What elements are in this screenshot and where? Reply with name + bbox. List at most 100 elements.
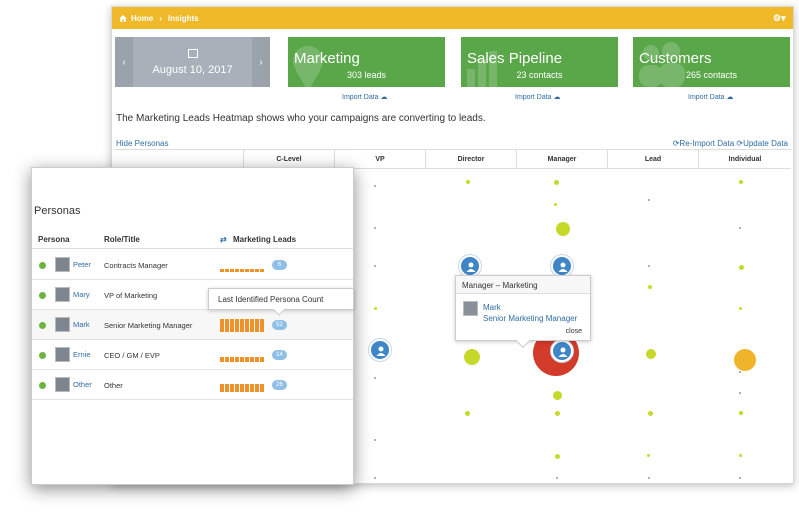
heatmap-dot[interactable] — [734, 349, 756, 371]
date-prev-button[interactable]: ‹ — [115, 37, 133, 87]
user-icon — [376, 346, 386, 356]
heatmap-dot[interactable] — [554, 203, 557, 206]
date-next-button[interactable]: › — [252, 37, 270, 87]
leads-bar-segment — [235, 319, 239, 332]
heatmap-dot[interactable] — [739, 180, 743, 184]
breadcrumb-separator: › — [159, 13, 162, 23]
heatmap-empty-cell — [648, 199, 650, 201]
heatmap-dot[interactable] — [646, 349, 656, 359]
heatmap-empty-cell — [374, 477, 376, 479]
leads-bar-segment — [240, 357, 244, 362]
breadcrumb-current: Insights — [167, 13, 199, 23]
tooltip-close-link[interactable]: close — [566, 328, 582, 335]
persona-row[interactable]: Peter Contracts Manager 6 — [32, 250, 353, 280]
breadcrumb-home[interactable]: Home — [131, 14, 153, 23]
user-icon — [558, 347, 568, 357]
marketing-card[interactable]: Marketing 303 leads — [288, 37, 445, 87]
upload-icon: ☁ — [380, 94, 388, 101]
col-persona: Persona — [38, 235, 70, 244]
heatmap-dot[interactable] — [739, 411, 743, 415]
persona-count-popover: Last Identified Persona Count — [208, 288, 354, 316]
persona-name-link[interactable]: Mary — [73, 290, 90, 299]
heatmap-dot[interactable] — [739, 454, 742, 457]
customers-import-link[interactable]: Import Data ☁ — [688, 93, 734, 101]
customers-card[interactable]: Customers 265 contacts — [633, 37, 790, 87]
top-bar: Home › Insights ⚙▾ — [112, 7, 793, 29]
persona-name-link[interactable]: Mark — [73, 320, 90, 329]
persona-pin[interactable] — [551, 340, 573, 362]
leads-bar-segment — [245, 384, 249, 392]
heatmap-dot[interactable] — [555, 454, 560, 459]
heatmap-dot[interactable] — [555, 411, 560, 416]
swap-icon[interactable]: ⇄ — [220, 235, 227, 244]
heatmap-dot[interactable] — [648, 285, 652, 289]
date-label: August 10, 2017 — [152, 63, 233, 76]
tooltip-name-link[interactable]: Mark — [483, 303, 501, 312]
persona-row[interactable]: Other Other 26 — [32, 370, 353, 400]
col-director: Director — [425, 150, 516, 168]
col-vp: VP — [334, 150, 425, 168]
heatmap-dot[interactable] — [464, 349, 480, 365]
count-badge: 52 — [272, 320, 287, 330]
leads-bar-segment — [230, 269, 234, 272]
hide-personas-link[interactable]: Hide Personas — [116, 139, 168, 148]
heatmap-dot[interactable] — [648, 411, 653, 416]
gear-icon[interactable]: ⚙▾ — [773, 13, 786, 23]
leads-bar-segment — [245, 269, 249, 272]
sales-pipeline-card[interactable]: Sales Pipeline 23 contacts — [461, 37, 618, 87]
tooltip-role-link[interactable]: Senior Marketing Manager — [483, 314, 577, 323]
update-link[interactable]: Update Data — [743, 139, 788, 148]
persona-name-link[interactable]: Other — [73, 380, 92, 389]
reimport-link[interactable]: Re-Import Data — [679, 139, 734, 148]
leads-bar-segment — [235, 384, 239, 392]
leads-bar-segment — [220, 319, 224, 332]
count-badge: 6 — [272, 260, 287, 270]
sales-pipeline-sub: 23 contacts — [516, 70, 563, 80]
persona-name-link[interactable]: Ernie — [73, 350, 91, 359]
sales-import-link[interactable]: Import Data ☁ — [515, 93, 561, 101]
heatmap-dot[interactable] — [465, 411, 470, 416]
persona-role: Senior Marketing Manager — [104, 321, 193, 330]
heatmap-dot[interactable] — [553, 391, 562, 400]
heatmap-empty-cell — [739, 392, 741, 394]
heatmap-dot[interactable] — [647, 454, 650, 457]
marketing-import-link[interactable]: Import Data ☁ — [342, 93, 388, 101]
persona-row[interactable]: Ernie CEO / GM / EVP 14 — [32, 340, 353, 370]
leads-bar-segment — [225, 269, 229, 272]
leads-bar-segment — [225, 384, 229, 392]
heatmap-empty-cell — [374, 227, 376, 229]
heatmap-empty-cell — [374, 377, 376, 379]
marketing-title: Marketing — [294, 50, 360, 67]
leads-bar-segment — [225, 357, 229, 362]
heatmap-dot[interactable] — [739, 307, 742, 310]
leads-bar — [220, 319, 265, 332]
tooltip-header: Manager – Marketing — [456, 276, 590, 294]
heatmap-empty-cell — [739, 227, 741, 229]
persona-name-link[interactable]: Peter — [73, 260, 91, 269]
persona-row[interactable]: Mark Senior Marketing Manager 52 — [32, 310, 353, 340]
leads-bar-segment — [235, 357, 239, 362]
heatmap-dot[interactable] — [374, 307, 377, 310]
home-icon[interactable] — [119, 14, 127, 22]
avatar — [55, 257, 70, 272]
persona-pin[interactable] — [369, 339, 391, 361]
heatmap-dot[interactable] — [739, 265, 744, 270]
col-leads[interactable]: Marketing Leads — [233, 235, 296, 244]
persona-role: CEO / GM / EVP — [104, 351, 160, 360]
leads-bar-segment — [260, 357, 264, 362]
persona-pin[interactable] — [459, 255, 481, 277]
personas-title: Personas — [34, 205, 81, 217]
leads-bar-segment — [260, 269, 264, 272]
heatmap-dot[interactable] — [556, 222, 570, 236]
heatmap-empty-cell — [648, 265, 650, 267]
heatmap-corner — [115, 150, 243, 168]
persona-pin[interactable] — [551, 255, 573, 277]
col-role: Role/Title — [104, 235, 140, 244]
leads-bar-segment — [250, 357, 254, 362]
heatmap-dot[interactable] — [466, 180, 470, 184]
leads-bar-segment — [230, 384, 234, 392]
heatmap-dot[interactable] — [554, 180, 559, 185]
popover-text: Last Identified Persona Count — [218, 295, 324, 304]
leads-bar-segment — [255, 357, 259, 362]
customers-title: Customers — [639, 50, 712, 67]
